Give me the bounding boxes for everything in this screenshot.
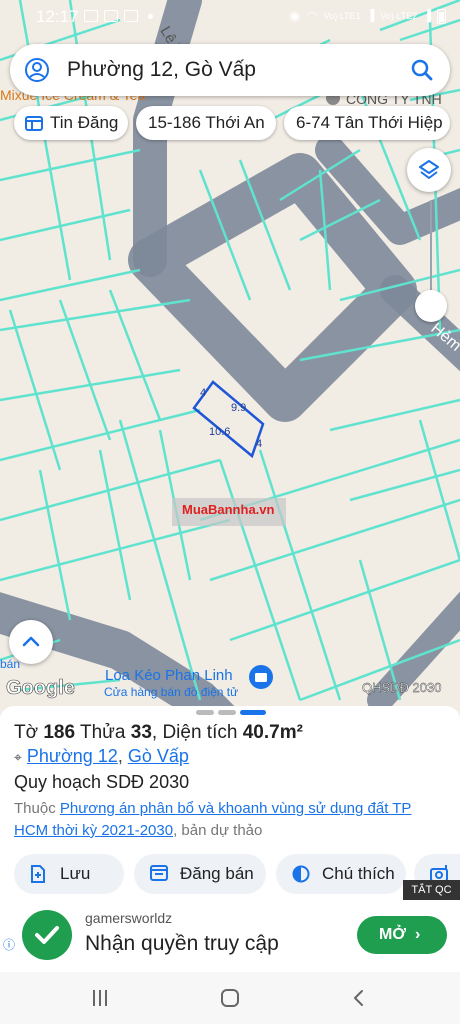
- signal-icon: ▐: [423, 10, 431, 22]
- recent-apps-icon[interactable]: [93, 990, 109, 1006]
- layers-button[interactable]: [407, 148, 451, 192]
- search-icon[interactable]: [410, 58, 434, 82]
- ward-link[interactable]: Phường 12: [27, 746, 118, 766]
- ad-check-icon: [22, 910, 72, 960]
- half-circle-icon: [292, 865, 310, 883]
- ad-info-icon[interactable]: ⓘ: [3, 936, 15, 953]
- ad-cta-label: MỞ: [379, 926, 406, 943]
- zalo-notification-icon: [124, 10, 138, 22]
- signal-icon: ▐: [366, 10, 375, 22]
- zalo-notification-icon: [104, 10, 118, 22]
- pin-icon: ⌖: [14, 749, 22, 765]
- shopping-bag-icon-glyph: [255, 673, 267, 682]
- expand-up-button[interactable]: [9, 620, 53, 664]
- chip-label: 6-74 Tân Thới Hiệp: [296, 113, 443, 132]
- ad-open-button[interactable]: MỞ ›: [357, 916, 447, 954]
- watermark: MuaBannha.vn: [172, 498, 286, 526]
- legend-button[interactable]: Chú thích: [276, 854, 406, 894]
- poi-title-loa-keo[interactable]: Loa Kéo Phan Linh: [105, 667, 233, 684]
- chip-tan-thoi-hiep[interactable]: 6-74 Tân Thới Hiệp: [284, 106, 450, 140]
- lte2-label: Vo) LTE2: [380, 11, 418, 21]
- to-value: 186: [43, 722, 76, 743]
- google-logo: Google: [6, 677, 75, 699]
- chip-tin-dang[interactable]: Tin Đăng: [14, 106, 128, 140]
- carousel-indicator: [196, 710, 268, 715]
- opacity-slider-track[interactable]: [430, 200, 432, 290]
- parcel-summary: Tờ 186 Thửa 33, Diện tích 40.7m²: [14, 722, 303, 743]
- desc-suffix: , bản dự thảo: [173, 822, 263, 839]
- lte1-label: Vo) LTE1: [323, 11, 361, 21]
- status-time: 12:17: [36, 7, 79, 26]
- legend-label: Chú thích: [322, 864, 395, 883]
- thua-label: Thửa: [80, 722, 126, 743]
- ad-title: Nhận quyền truy cập: [85, 932, 279, 955]
- battery-icon: [437, 8, 446, 24]
- chip-thoi-an[interactable]: 15-186 Thới An: [136, 106, 276, 140]
- parcel-side-a: 4: [200, 387, 206, 399]
- post-for-sale-button[interactable]: Đăng bán: [134, 854, 266, 894]
- wifi-icon: ◠: [306, 8, 318, 23]
- status-right: ◉ ◠ Vo) LTE1 ▐ Vo) LTE2 ▐: [289, 8, 446, 24]
- save-label: Lưu: [60, 864, 91, 883]
- district-link[interactable]: Gò Vấp: [128, 746, 189, 766]
- location-row: ⌖ Phường 12, Gò Vấp: [14, 746, 189, 766]
- chevron-up-icon: [22, 636, 40, 647]
- area-value: 40.7m²: [242, 722, 303, 743]
- chevron-right-icon: ›: [415, 926, 421, 943]
- location-icon: ◉: [289, 8, 301, 23]
- home-icon[interactable]: [221, 989, 239, 1007]
- listing-icon: [25, 116, 43, 131]
- opacity-slider-handle[interactable]: [415, 290, 447, 322]
- add-document-icon: [31, 865, 45, 883]
- image-notification-icon: [84, 10, 98, 22]
- watermark-text: MuaBannha.vn: [182, 502, 275, 517]
- parcel-info-sheet[interactable]: Tờ 186 Thửa 33, Diện tích 40.7m² ⌖ Phườn…: [0, 706, 460, 902]
- desc-prefix: Thuộc: [14, 800, 56, 817]
- layers-icon: [419, 160, 439, 179]
- plan-description: Thuộc Phương án phân bổ và khoanh vùng s…: [14, 798, 444, 842]
- parcel-side-c: 10.6: [209, 426, 230, 438]
- to-label: Tờ: [14, 722, 39, 743]
- parcel-side-b: 9.9: [231, 402, 246, 414]
- search-input[interactable]: Phường 12, Gò Vấp: [67, 58, 256, 82]
- save-button[interactable]: Lưu: [14, 854, 124, 894]
- thua-value: 33: [130, 722, 152, 743]
- search-bar[interactable]: Phường 12, Gò Vấp: [10, 44, 450, 96]
- listing-icon: [150, 865, 168, 881]
- status-bar: 12:17 ◉ ◠ Vo) LTE1 ▐ Vo) LTE2 ▐: [0, 0, 460, 34]
- ad-banner[interactable]: ⓘ gamersworldz Nhận quyền truy cập MỞ ›: [0, 900, 460, 972]
- layer-badge: QHSDĐ 2030: [362, 680, 441, 695]
- back-icon[interactable]: [352, 989, 364, 1007]
- hide-ad-label: TẮT QC: [411, 884, 452, 896]
- poi-sub-loa-keo: Cửa hàng bán đồ điện tử: [104, 685, 238, 699]
- post-label: Đăng bán: [180, 864, 254, 883]
- plan-title: Quy hoạch SDĐ 2030: [14, 772, 190, 792]
- parcel-side-d: 4: [256, 438, 262, 450]
- system-nav-bar: [0, 972, 460, 1024]
- chip-label: Tin Đăng: [50, 113, 119, 132]
- account-icon[interactable]: [24, 57, 50, 83]
- ad-source: gamersworldz: [85, 910, 173, 926]
- more-notifications-icon: [148, 14, 153, 19]
- chip-label: 15-186 Thới An: [148, 113, 265, 132]
- hide-ad-button[interactable]: TẮT QC: [403, 880, 460, 900]
- area-label: Diện tích: [162, 722, 238, 743]
